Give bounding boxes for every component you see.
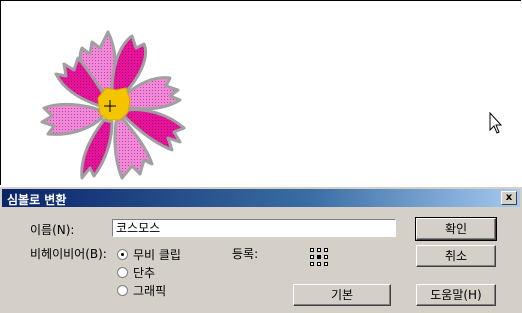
reg-cell[interactable] [310, 262, 314, 266]
name-field[interactable]: 코스모스 [112, 219, 396, 237]
behavior-label: 비헤이비어(B): [30, 247, 107, 261]
behavior-option-graphic[interactable]: 그래픽 [117, 282, 166, 298]
cancel-button[interactable]: 취소 [416, 245, 496, 267]
behavior-option-button[interactable]: 단추 [117, 264, 155, 280]
behavior-option-label: 단추 [133, 265, 156, 280]
radio-movieclip[interactable] [117, 248, 128, 260]
stage-canvas[interactable] [0, 0, 522, 186]
reg-cell[interactable] [324, 255, 328, 259]
mouse-pointer-icon [489, 112, 503, 134]
behavior-option-movieclip[interactable]: 무비 클립 [117, 246, 181, 262]
radio-button[interactable] [117, 266, 128, 278]
registration-label: 등록: [232, 247, 259, 261]
radio-graphic[interactable] [117, 284, 128, 296]
reg-cell[interactable] [324, 248, 328, 252]
reg-cell[interactable] [310, 255, 314, 259]
basic-button[interactable]: 기본 [293, 284, 391, 306]
behavior-option-label: 그래픽 [133, 283, 167, 298]
reg-cell[interactable] [317, 262, 321, 266]
ok-button[interactable]: 확인 [415, 217, 497, 241]
close-icon[interactable]: x [501, 191, 517, 205]
help-button[interactable]: 도움말(H) [416, 284, 496, 306]
reg-cell-selected[interactable] [317, 255, 321, 259]
reg-cell[interactable] [310, 248, 314, 252]
cosmos-flower-image[interactable] [20, 18, 200, 188]
reg-cell[interactable] [317, 248, 321, 252]
registration-point-icon[interactable] [310, 248, 328, 266]
dialog-title: 심볼로 변환 [7, 193, 67, 207]
reg-cell[interactable] [324, 262, 328, 266]
name-label: 이름(N): [30, 223, 75, 237]
dialog-title-bar[interactable]: 심볼로 변환 x [2, 189, 520, 207]
convert-to-symbol-dialog: 심볼로 변환 x 이름(N): 코스모스 비헤이비어(B): 무비 클립 단추 … [0, 186, 522, 313]
behavior-option-label: 무비 클립 [133, 247, 181, 262]
